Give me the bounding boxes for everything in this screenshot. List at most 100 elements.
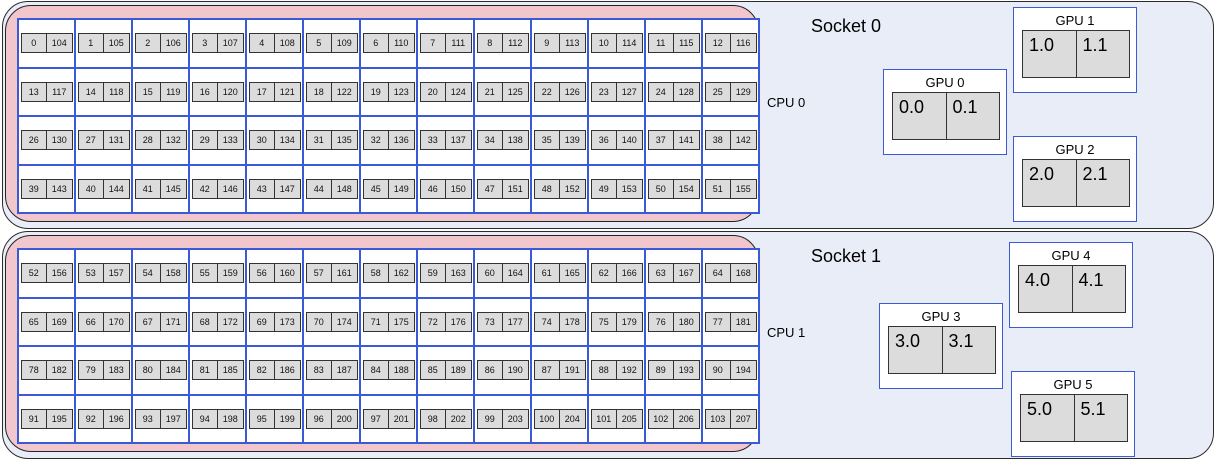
core-pair: 54 158 <box>134 263 187 284</box>
core-cell: 61 165 <box>531 249 588 298</box>
core-pair: 93 197 <box>134 408 187 429</box>
core-sibling-id: 107 <box>217 34 243 53</box>
core-cell: 5 109 <box>303 19 360 68</box>
core-cell: 68 172 <box>189 297 246 346</box>
core-pair: 48 152 <box>533 178 586 199</box>
core-cell: 79 183 <box>75 346 132 395</box>
core-cell: 72 176 <box>417 297 474 346</box>
core-pair: 28 132 <box>134 130 187 151</box>
core-pair: 89 193 <box>647 360 700 381</box>
core-cell: 2 106 <box>132 19 189 68</box>
core-id: 64 <box>712 268 723 279</box>
core-cell: 37 141 <box>645 116 702 165</box>
core-cell: 15 119 <box>132 67 189 116</box>
core-cell: 1 105 <box>75 19 132 68</box>
core-sibling-id: 180 <box>673 312 699 331</box>
core-id: 89 <box>655 365 666 376</box>
core-id: 91 <box>28 413 39 424</box>
gpu-label: GPU 0 <box>925 75 965 90</box>
core-sibling-id: 184 <box>160 361 186 380</box>
core-id: 24 <box>655 86 666 97</box>
core-pair: 92 196 <box>77 408 130 429</box>
core-pair: 49 153 <box>590 178 643 199</box>
gpu-partition: 2.1 <box>1075 160 1130 206</box>
core-sibling-id: 139 <box>559 131 585 150</box>
core-pair: 53 157 <box>77 263 130 284</box>
core-id: 80 <box>142 365 153 376</box>
core-id: 51 <box>712 183 723 194</box>
core-sibling-id: 148 <box>331 179 357 198</box>
core-id: 56 <box>256 268 267 279</box>
core-sibling-id: 169 <box>46 312 72 331</box>
gpu-4: GPU 4 4.0 4.1 <box>1009 242 1133 328</box>
core-id: 96 <box>313 413 324 424</box>
core-pair: 22 126 <box>533 81 586 102</box>
core-cell: 64 168 <box>702 249 759 298</box>
core-id: 37 <box>655 135 666 146</box>
core-pair: 33 137 <box>419 130 472 151</box>
core-sibling-id: 141 <box>673 131 699 150</box>
core-cell: 46 150 <box>417 164 474 213</box>
core-pair: 40 144 <box>77 178 130 199</box>
core-cell: 45 149 <box>360 164 417 213</box>
core-id: 43 <box>256 183 267 194</box>
core-cell: 88 192 <box>588 346 645 395</box>
core-sibling-id: 155 <box>730 179 756 198</box>
core-cell: 81 185 <box>189 346 246 395</box>
core-id: 71 <box>370 316 381 327</box>
core-sibling-id: 131 <box>103 131 129 150</box>
core-pair: 50 154 <box>647 178 700 199</box>
core-id: 46 <box>427 183 438 194</box>
gpu-partitions: 5.0 5.1 <box>1020 394 1128 442</box>
core-pair: 102 206 <box>647 408 700 429</box>
core-sibling-id: 104 <box>46 34 72 53</box>
core-id: 62 <box>598 268 609 279</box>
core-pair: 9 113 <box>533 33 586 54</box>
gpu-partition: 5.1 <box>1073 395 1128 441</box>
core-id: 39 <box>28 183 39 194</box>
core-id: 78 <box>28 365 39 376</box>
core-id: 66 <box>85 316 96 327</box>
core-cell: 30 134 <box>246 116 303 165</box>
core-pair: 101 205 <box>590 408 643 429</box>
core-id: 79 <box>85 365 96 376</box>
core-id: 87 <box>541 365 552 376</box>
core-sibling-id: 187 <box>331 361 357 380</box>
core-pair: 85 189 <box>419 360 472 381</box>
core-sibling-id: 199 <box>274 409 300 428</box>
core-cell: 39 143 <box>18 164 75 213</box>
core-cell: 3 107 <box>189 19 246 68</box>
core-id: 23 <box>598 86 609 97</box>
core-sibling-id: 156 <box>46 264 72 283</box>
gpu-partitions: 4.0 4.1 <box>1018 265 1126 313</box>
core-cell: 27 131 <box>75 116 132 165</box>
core-id: 45 <box>370 183 381 194</box>
socket-0: Socket 0 0 104 1 105 2 106 3 107 4 108 5 109 6 110 7 11… <box>2 1 1214 229</box>
core-pair: 27 131 <box>77 130 130 151</box>
core-pair: 99 203 <box>476 408 529 429</box>
core-cell: 87 191 <box>531 346 588 395</box>
core-cell: 35 139 <box>531 116 588 165</box>
core-pair: 32 136 <box>362 130 415 151</box>
core-id: 77 <box>712 316 723 327</box>
core-pair: 19 123 <box>362 81 415 102</box>
gpu-5: GPU 5 5.0 5.1 <box>1011 371 1135 457</box>
core-sibling-id: 126 <box>559 82 585 101</box>
core-pair: 12 116 <box>704 33 757 54</box>
core-id: 63 <box>655 268 666 279</box>
core-cell: 92 196 <box>75 394 132 443</box>
core-id: 84 <box>370 365 381 376</box>
core-pair: 46 150 <box>419 178 472 199</box>
core-cell: 73 177 <box>474 297 531 346</box>
core-cell: 56 160 <box>246 249 303 298</box>
gpu-0: GPU 0 0.0 0.1 <box>883 69 1007 155</box>
core-id: 1 <box>88 38 94 49</box>
core-pair: 41 145 <box>134 178 187 199</box>
core-cell: 77 181 <box>702 297 759 346</box>
core-pair: 71 175 <box>362 311 415 332</box>
core-cell: 36 140 <box>588 116 645 165</box>
core-sibling-id: 185 <box>217 361 243 380</box>
core-id: 31 <box>313 135 324 146</box>
core-cell: 10 114 <box>588 19 645 68</box>
core-id: 95 <box>256 413 267 424</box>
